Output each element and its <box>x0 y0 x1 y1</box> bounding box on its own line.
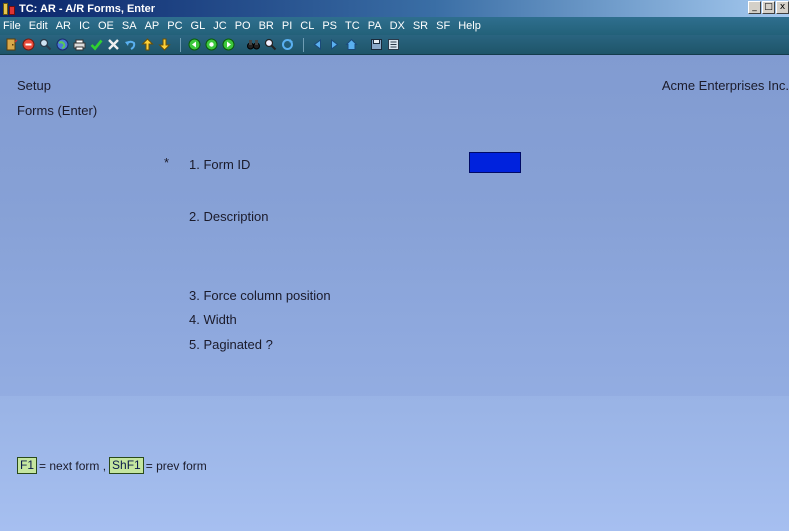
menu-tc[interactable]: TC <box>345 20 360 32</box>
title-bar[interactable]: TC: AR - A/R Forms, Enter _ □ x <box>0 0 789 17</box>
menu-file[interactable]: File <box>3 20 21 32</box>
maximize-button[interactable]: □ <box>762 1 775 14</box>
menu-ps[interactable]: PS <box>322 20 337 32</box>
f1-key-button[interactable]: F1 <box>17 457 38 474</box>
delete-icon[interactable] <box>106 38 120 52</box>
stop-icon[interactable] <box>21 38 35 52</box>
app-window: TC: AR - A/R Forms, Enter _ □ x File Edi… <box>0 0 789 531</box>
toolbar <box>0 35 789 55</box>
field-label-description: 2. Description <box>189 209 269 224</box>
binoculars-icon[interactable] <box>246 38 260 52</box>
up-arrow-icon[interactable] <box>140 38 154 52</box>
next-icon[interactable] <box>327 38 341 52</box>
menu-ap[interactable]: AP <box>145 20 160 32</box>
toolbar-separator <box>303 37 304 52</box>
door-icon[interactable] <box>4 38 18 52</box>
options-icon[interactable] <box>386 38 400 52</box>
required-marker: * <box>164 155 170 170</box>
app-icon <box>3 2 15 15</box>
menu-br[interactable]: BR <box>259 20 274 32</box>
menu-gl[interactable]: GL <box>191 20 206 32</box>
save-icon[interactable] <box>369 38 383 52</box>
search-icon[interactable] <box>38 38 52 52</box>
home-icon[interactable] <box>344 38 358 52</box>
shf1-key-button[interactable]: ShF1 <box>109 457 144 474</box>
minimize-button[interactable]: _ <box>748 1 761 14</box>
field-label-paginated: 5. Paginated ? <box>189 337 273 352</box>
function-key-hints: F1 = next form , ShF1 = prev form <box>17 457 207 474</box>
menu-sa[interactable]: SA <box>122 20 137 32</box>
menu-sf[interactable]: SF <box>436 20 450 32</box>
field-label-force-column-position: 3. Force column position <box>189 288 331 303</box>
first-record-icon[interactable] <box>187 38 201 52</box>
menu-po[interactable]: PO <box>235 20 251 32</box>
form-id-input[interactable] <box>469 152 521 173</box>
menu-pc[interactable]: PC <box>167 20 182 32</box>
screen-title: Forms (Enter) <box>17 103 98 118</box>
shf1-hint-text: = prev form <box>145 458 207 473</box>
window-title: TC: AR - A/R Forms, Enter <box>19 2 156 15</box>
reload-icon[interactable] <box>280 38 294 52</box>
menu-jc[interactable]: JC <box>213 20 226 32</box>
prev-icon[interactable] <box>310 38 324 52</box>
field-label-width: 4. Width <box>189 312 237 327</box>
menu-dx[interactable]: DX <box>390 20 405 32</box>
company-name: Acme Enterprises Inc. <box>661 78 789 93</box>
globe-icon[interactable] <box>55 38 69 52</box>
menu-bar: File Edit AR IC OE SA AP PC GL JC PO BR … <box>0 17 789 35</box>
checkmark-icon[interactable] <box>89 38 103 52</box>
down-arrow-icon[interactable] <box>157 38 171 52</box>
menu-pa[interactable]: PA <box>368 20 382 32</box>
menu-cl[interactable]: CL <box>300 20 314 32</box>
screen-category: Setup <box>17 78 51 93</box>
main-content: Setup Forms (Enter) Acme Enterprises Inc… <box>0 56 789 531</box>
menu-edit[interactable]: Edit <box>29 20 48 32</box>
menu-oe[interactable]: OE <box>98 20 114 32</box>
menu-help[interactable]: Help <box>458 20 481 32</box>
f1-hint-text: = next form , <box>39 458 107 473</box>
close-button[interactable]: x <box>776 1 789 14</box>
last-record-icon[interactable] <box>221 38 235 52</box>
refresh-icon[interactable] <box>204 38 218 52</box>
menu-ic[interactable]: IC <box>79 20 90 32</box>
window-controls: _ □ x <box>748 1 789 14</box>
menu-ar[interactable]: AR <box>56 20 71 32</box>
toolbar-separator <box>180 37 181 52</box>
undo-icon[interactable] <box>123 38 137 52</box>
menu-pi[interactable]: PI <box>282 20 292 32</box>
zoom-icon[interactable] <box>263 38 277 52</box>
printer-icon[interactable] <box>72 38 86 52</box>
field-label-form-id: 1. Form ID <box>189 157 251 172</box>
menu-sr[interactable]: SR <box>413 20 428 32</box>
